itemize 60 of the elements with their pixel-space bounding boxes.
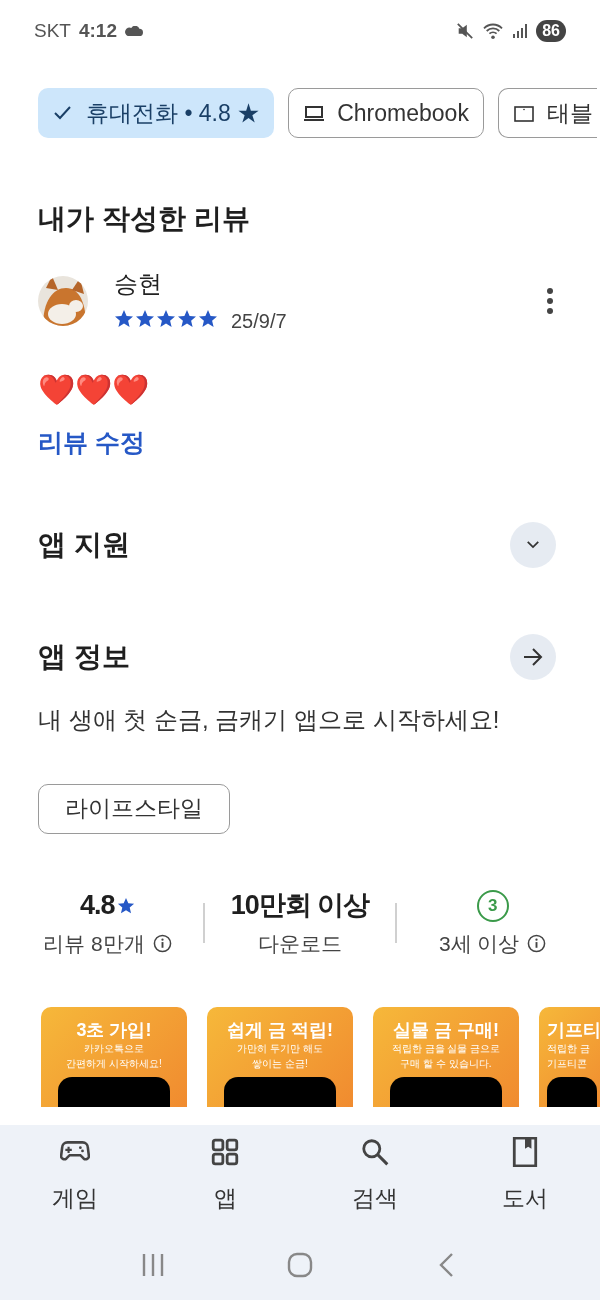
tablet-icon [512,103,535,123]
screenshot-caption: 카카오톡으로 [84,1042,144,1056]
screenshot-caption: 간편하게 시작하세요! [66,1057,162,1071]
phone-mockup [547,1077,597,1107]
more-icon [547,288,553,314]
wifi-icon [482,22,505,40]
carrier-name: SKT [34,18,71,43]
nav-tab[interactable]: 앱 [150,1137,300,1216]
screenshot-caption: 구매 할 수 있습니다. [400,1057,492,1071]
stat-value: 10만회 이상 [230,889,370,923]
nav-tab[interactable]: 검색 [300,1137,450,1216]
edit-review-link[interactable]: 리뷰 수정 [38,424,145,462]
screenshot-headline: 3초 가입! [76,1019,152,1041]
section-title: 앱 정보 [38,639,130,674]
screenshot-caption: 쌓이는 순금! [252,1057,308,1071]
star-icon [135,309,155,329]
star-icon [114,309,134,329]
arrow-button[interactable] [510,633,556,680]
cloud-icon [125,25,143,37]
info-icon [527,933,547,953]
screenshot-headline: 기프티 [547,1019,600,1041]
reviewer-name: 승현 [114,269,163,299]
star-icon [198,309,218,329]
device-chip[interactable]: Chromebook [288,88,484,138]
bookmark-book-icon [510,1137,540,1167]
nav-tab[interactable]: 도서 [450,1137,600,1216]
home-icon[interactable] [287,1251,313,1278]
star-icon [156,309,176,329]
battery-level: 86 [536,20,566,42]
mute-icon [456,22,475,40]
device-chip[interactable]: 태블 [497,88,597,138]
nav-tab[interactable]: 게임 [0,1137,150,1216]
review-text: ❤❤❤ [38,371,150,409]
stat-label: 리뷰 8만개 [43,930,145,957]
section-title: 내가 작성한 리뷰 [38,202,251,236]
app-description: 내 생애 첫 순금, 금캐기 앱으로 시작하세요! [37,704,501,735]
screenshot-caption: 적립한 금 [547,1042,590,1056]
stat-label: 다운로드 [258,930,342,957]
category-chip[interactable]: 라이프스타일 [38,783,230,834]
star-icon [116,896,135,915]
search-icon [360,1137,390,1167]
review-date: 25/9/7 [231,309,287,334]
screenshot-caption: 적립한 금을 실물 금으로 [391,1042,501,1056]
info-icon [152,933,172,953]
device-chip[interactable]: 휴대전화 • 4.8 ★ [38,88,275,138]
age-rating-badge: 3 [476,889,509,922]
screenshot-caption: 기프티콘 [547,1057,587,1071]
screenshot-caption: 가만히 두기만 해도 [237,1042,323,1056]
screenshot-headline: 실물 금 구매! [393,1019,499,1041]
signal-icon [512,23,529,39]
chevron-down-icon [526,540,540,549]
clock-time: 4:12 [78,18,117,43]
star-icon [177,309,197,329]
screenshot-headline: 쉽게 금 적립! [227,1019,333,1041]
stat-label: 3세 이상 [438,930,520,957]
stat-value: 4.8 [80,889,115,923]
arrow-right-icon [523,647,543,666]
apps-grid-icon [210,1137,240,1167]
section-title: 앱 지원 [38,527,130,562]
laptop-icon [303,103,326,123]
